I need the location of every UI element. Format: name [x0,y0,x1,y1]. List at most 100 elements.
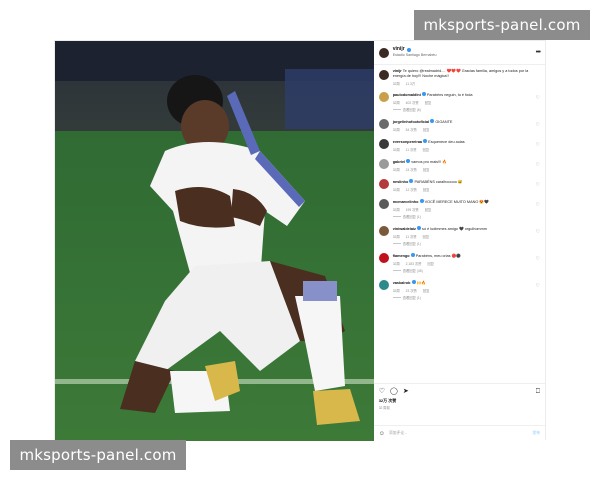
comment-like-icon[interactable]: ♡ [536,95,540,101]
heart-icon[interactable]: ♡ [379,388,385,395]
verified-badge-icon [411,280,416,284]
commenter-username[interactable]: paulodomaldini [393,93,421,97]
comment-icon[interactable]: ◯ [390,388,398,395]
comment-item: vaskalrob 🙌🔥 32周 23 次赞 回复 查看回复 (1) ♡ [378,280,540,300]
comment-item: gabriel vamos pro mais!!! 🔥 32周 24 次赞 回复… [378,159,540,172]
verified-badge-icon [416,226,421,230]
more-options-icon[interactable]: ••• [536,49,541,56]
comment-time: 32周 [392,148,400,152]
comment-text: VOCÊ MERECE MUITO MANO 😍🖤 [424,200,489,204]
commenter-avatar[interactable] [378,199,389,209]
comment-item: neslinho PARABÉNS caralhooooo 😅 32周 12 次… [378,179,540,192]
likes-count[interactable]: 32万 次赞 [379,398,540,404]
caption-likes: 11.3万 [405,82,416,86]
reply-button[interactable]: 回复 [423,234,430,239]
caption-username[interactable]: vinijr [393,69,402,73]
comment-text: Parabéns, meu crias 🔴⚫ [415,254,462,258]
commenter-avatar[interactable] [378,280,389,290]
comment-like-icon[interactable]: ♡ [536,256,540,262]
reply-button[interactable]: 回复 [423,167,430,172]
commenter-username[interactable]: neslinho [393,180,409,184]
commenter-avatar[interactable] [378,159,389,169]
commenter-username[interactable]: viniwaldelaiz [393,227,416,231]
comment-time: 32周 [392,168,400,172]
caption-text: Te quiero @realmadrid.... ❤️❤️❤️ Gracias… [392,69,529,78]
emoji-icon[interactable]: ☺ [379,431,385,437]
comment-like-icon[interactable]: ♡ [536,182,540,188]
commenter-avatar[interactable] [378,179,389,189]
comment-item: paulodomaldini Parabéns neguin, tu é fod… [378,92,540,112]
verified-badge-icon [430,119,435,123]
commenter-username[interactable]: mcmarcelinho [393,200,419,204]
view-replies-link[interactable]: 查看回复 (6) [393,107,540,112]
post-actions: ♡ ◯ ➤ ⎕ 32万 次赞 32 周前 [373,383,545,425]
comment-time: 32周 [392,262,400,266]
comment-text: GIGANTE [435,120,453,124]
reply-button[interactable]: 回复 [423,187,430,192]
caption-time: 32周 [392,82,400,86]
view-replies-link[interactable]: 查看回复 (45) [393,268,540,273]
comment-likes[interactable]: 23 次赞 [406,288,417,293]
reply-button[interactable]: 回复 [425,207,432,212]
comment-likes[interactable]: 199 次赞 [406,207,419,212]
comment-text: vamos pro mais!!! 🔥 [411,160,448,164]
comment-likes[interactable]: 54 次赞 [406,127,417,132]
comment-time: 32周 [392,101,400,105]
reply-button[interactable]: 回复 [425,100,432,105]
comment-item: viniwaldelaiz só é ludimmes amigo 🖤 orgu… [378,226,540,246]
comment-likes[interactable]: 11 次赞 [406,234,417,239]
comment-like-icon[interactable]: ♡ [536,122,540,128]
comment-container: paulodomaldini Parabéns neguin, tu é fod… [378,92,540,300]
comment-time: 32周 [392,235,400,239]
comment-like-icon[interactable]: ♡ [536,283,540,289]
author-avatar[interactable] [378,47,389,58]
add-comment-input[interactable]: 添加评论... [389,431,529,436]
post-header: vinijr Estadio Santiago Bernabéu ••• [373,41,545,65]
comment-likes[interactable]: 2,183 次赞 [406,261,422,266]
comment-like-icon[interactable]: ♡ [536,142,540,148]
comment-likes[interactable]: 24 次赞 [406,167,417,172]
post-location[interactable]: Estadio Santiago Bernabéu [393,54,536,58]
comment-item: flamengo Parabéns, meu crias 🔴⚫ 32周 2,18… [378,253,540,273]
reply-button[interactable]: 回复 [423,147,430,152]
verified-badge-icon [421,92,426,96]
watermark-bottom: mksports-panel.com [10,440,186,470]
comments-list[interactable]: vinijr Te quiero @realmadrid.... ❤️❤️❤️ … [374,65,545,383]
post-photo[interactable] [55,41,374,441]
comment-time: 32周 [392,208,400,212]
commenter-username[interactable]: gabriel [393,160,405,164]
commenter-avatar[interactable] [378,92,389,102]
comment-like-icon[interactable]: ♡ [536,229,540,235]
share-icon[interactable]: ➤ [403,388,409,395]
commenter-username[interactable]: flamengo [393,254,410,258]
comment-like-icon[interactable]: ♡ [536,162,540,168]
caption-avatar[interactable] [378,70,389,80]
comment-likes[interactable]: 11 次赞 [406,147,417,152]
watermark-top: mksports-panel.com [414,10,590,40]
bookmark-icon[interactable]: ⎕ [536,388,540,395]
commenter-avatar[interactable] [378,226,389,236]
reply-button[interactable]: 回复 [427,261,434,266]
commenter-username[interactable]: jorgelinhofootoficial [393,120,430,124]
commenter-avatar[interactable] [378,253,389,263]
comment-item: mcmarcelinho VOCÊ MERECE MUITO MANO 😍🖤 3… [378,199,540,219]
player-kneeling-image [55,41,374,441]
time-ago: 32 周前 [378,406,390,410]
view-replies-link[interactable]: 查看回复 (1) [393,241,540,246]
view-replies-link[interactable]: 查看回复 (1) [393,214,540,219]
post-comment-button[interactable]: 发布 [532,431,540,436]
commenter-avatar[interactable] [378,119,389,129]
comment-item: jorgelinhofootoficial GIGANTE 32周 54 次赞 … [378,119,540,132]
author-username[interactable]: vinijr [393,47,405,52]
commenter-avatar[interactable] [378,139,389,149]
view-replies-link[interactable]: 查看回复 (1) [393,295,540,300]
commenter-username[interactable]: vaskalrob [393,281,411,285]
reply-button[interactable]: 回复 [423,127,430,132]
comment-likes[interactable]: 402 次赞 [406,100,419,105]
comment-like-icon[interactable]: ♡ [536,202,540,208]
comments-panel: vinijr Estadio Santiago Bernabéu ••• vin… [373,41,545,441]
comment-likes[interactable]: 12 次赞 [406,187,417,192]
commenter-username[interactable]: eversonpereiraa [393,140,422,144]
reply-button[interactable]: 回复 [423,288,430,293]
comment-text: PARABÉNS caralhooooo 😅 [414,180,463,184]
